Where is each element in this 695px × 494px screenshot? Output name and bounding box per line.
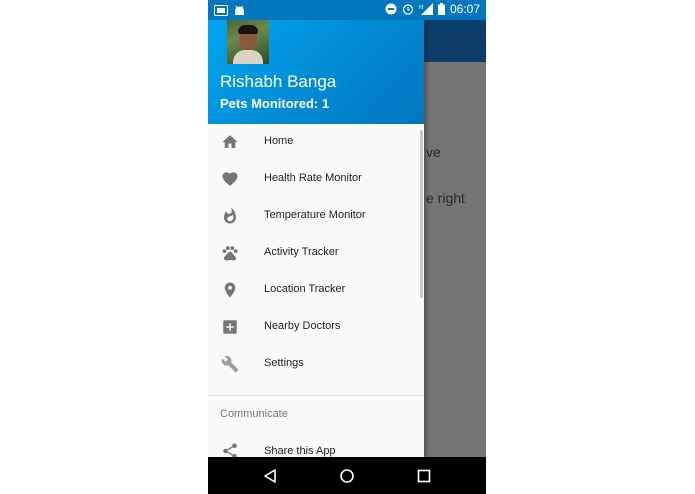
drawer-item-label: Health Rate Monitor (264, 172, 362, 184)
flame-icon (221, 207, 239, 225)
medical-plus-icon (221, 318, 239, 336)
drawer-item-settings[interactable]: Settings (208, 346, 424, 383)
battery-icon (437, 2, 445, 16)
drawer-divider (208, 395, 424, 396)
drawer-item-label: Activity Tracker (264, 246, 339, 258)
android-icon (234, 3, 245, 17)
drawer-scrollbar[interactable] (420, 130, 423, 298)
phone-screen: H 06:07 ve e right Rishabh Banga Pets Mo… (208, 0, 486, 494)
system-nav-bar (208, 457, 486, 494)
section-title-communicate: Communicate (220, 408, 288, 420)
home-icon (221, 133, 239, 151)
drawer-item-label: Home (264, 135, 294, 147)
drawer-item-health-rate-monitor[interactable]: Health Rate Monitor (208, 161, 424, 198)
pets-monitored: Pets Monitored: 1 (220, 96, 330, 111)
signal-h-icon: H (419, 2, 433, 16)
status-bar: H 06:07 (208, 0, 486, 20)
home-circle-icon[interactable] (336, 465, 358, 487)
app-bar (424, 20, 486, 62)
status-time: 06:07 (449, 2, 480, 16)
paw-icon (221, 244, 239, 262)
background-text-line-2: e right (426, 190, 465, 206)
alarm-icon (402, 2, 414, 16)
recents-icon[interactable] (413, 465, 435, 487)
drawer-item-label: Temperature Monitor (264, 209, 366, 221)
drawer-item-home[interactable]: Home (208, 124, 424, 161)
drawer-item-label: Nearby Doctors (264, 320, 341, 332)
user-name: Rishabh Banga (220, 72, 337, 91)
background-content: ve e right (424, 62, 486, 457)
drawer-item-label: Share this App (264, 445, 336, 457)
heart-icon (221, 170, 239, 188)
navigation-drawer: Rishabh Banga Pets Monitored: 1 Home Hea… (208, 0, 424, 459)
drawer-item-label: Location Tracker (264, 283, 346, 295)
drawer-menu: Home Health Rate Monitor Temperature Mon… (208, 124, 424, 383)
location-pin-icon (221, 281, 239, 299)
drawer-item-temperature-monitor[interactable]: Temperature Monitor (208, 198, 424, 235)
drawer-item-location-tracker[interactable]: Location Tracker (208, 272, 424, 309)
drawer-item-nearby-doctors[interactable]: Nearby Doctors (208, 309, 424, 346)
drawer-item-label: Settings (264, 357, 304, 369)
svg-text:H: H (419, 5, 423, 11)
screenshot-icon (214, 3, 228, 17)
avatar[interactable] (227, 16, 269, 64)
back-icon[interactable] (259, 465, 281, 487)
wrench-icon (221, 355, 239, 373)
do-not-disturb-icon (385, 2, 397, 16)
drawer-item-activity-tracker[interactable]: Activity Tracker (208, 235, 424, 272)
background-text-line-1: ve (426, 144, 441, 160)
